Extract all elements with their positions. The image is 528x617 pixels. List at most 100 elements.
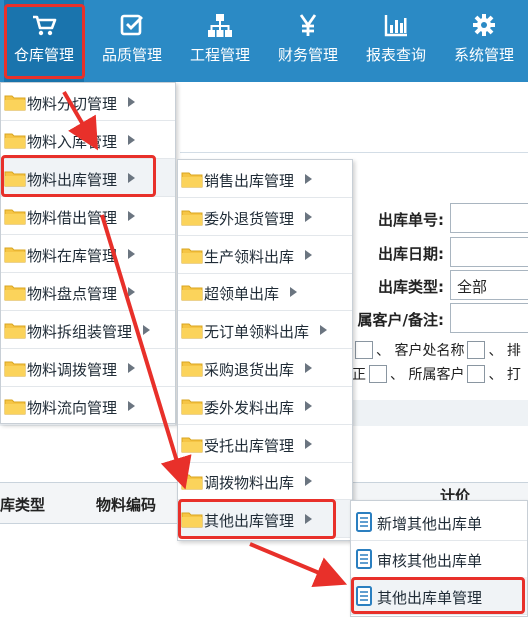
order-no-input[interactable] [450,203,528,233]
folder-icon [4,209,26,225]
order-date-input[interactable] [450,237,528,267]
menu-item-label: 物料盘点管理 [27,285,118,303]
nav-label: 财务管理 [277,46,338,64]
chevron-right-icon [290,287,297,298]
nav-label: 报表查询 [365,46,426,64]
type-label: 出库类型: [378,278,444,296]
checkbox-icon [120,14,143,36]
customer-input[interactable] [450,303,528,333]
folder-icon [4,95,26,111]
chevron-right-icon [305,249,312,260]
yen-icon [299,14,317,36]
menu-item[interactable]: 委外退货管理 [178,198,352,236]
nav-finance[interactable]: 财务管理 [266,0,350,82]
menu-item[interactable]: 审核其他出库单 [351,540,527,578]
folder-icon [181,437,203,453]
menu-item-label: 物料拆组装管理 [27,323,133,341]
nav-quality[interactable]: 品质管理 [90,0,174,82]
menu-item[interactable]: 销售出库管理 [178,160,352,198]
nav-label: 仓库管理 [13,46,74,64]
menu-item[interactable]: 物料出库管理 [1,159,175,197]
folder-icon [181,248,203,264]
checkbox-line-2: 正 、 所属客户 、 打 [352,364,521,384]
folder-icon [181,474,203,490]
menu-item[interactable]: 新增其他出库单 [351,503,527,541]
chevron-right-icon [320,325,327,336]
menu-item[interactable]: 物料分切管理 [1,83,175,121]
order-date-label: 出库日期: [378,245,444,263]
menu-item[interactable]: 受托出库管理 [178,425,352,463]
nav-system[interactable]: 系统管理 [442,0,526,82]
menu-item-label: 调拨物料出库 [204,474,295,493]
chevron-right-icon [305,476,312,487]
folder-icon [4,171,26,187]
chevron-right-icon [128,249,135,259]
nav-warehouse[interactable]: 仓库管理 [4,0,84,82]
folder-icon [4,247,26,263]
cart-icon [33,15,57,36]
chevron-right-icon [305,174,312,184]
menu-item-label: 其他出库单管理 [377,589,483,607]
document-icon [356,549,372,569]
col-type-header: 库类型 [0,496,46,514]
menu-item-label: 委外退货管理 [204,209,295,228]
menu-item-label: 物料流向管理 [27,399,118,417]
menu-item[interactable]: 物料拆组装管理 [1,311,175,349]
checkbox-text: 正 [352,367,366,383]
nav-label: 品质管理 [101,46,162,64]
checkbox-text: 、 所属客户 [390,367,465,383]
menu-item-label: 审核其他出库单 [377,552,483,570]
folder-icon [181,285,203,301]
arrow-to-other-outbound-manage [249,542,348,588]
chevron-right-icon [128,363,135,373]
checkbox[interactable] [467,365,486,383]
menu-item[interactable]: 其他出库单管理 [351,577,527,615]
menu-item-label: 无订单领料出库 [204,323,310,342]
menu-item-label: 销售出库管理 [204,172,295,190]
chevron-right-icon [128,287,135,297]
checkbox-text: 、 排 [488,343,521,359]
checkbox-text: 、 客户处名称 [376,343,465,359]
menu-item[interactable]: 物料在库管理 [1,235,175,273]
folder-icon [4,285,26,301]
menu-item[interactable]: 采购退货出库 [178,349,352,387]
chevron-right-icon [305,363,312,373]
menu-item[interactable]: 物料借出管理 [1,197,175,235]
menu-item[interactable]: 物料流向管理 [1,387,175,425]
nav-engineering[interactable]: 工程管理 [178,0,262,82]
chevron-right-icon [305,400,312,411]
menu-item[interactable]: 生产领料出库 [178,236,352,274]
checkbox[interactable] [355,341,373,359]
menu-item[interactable]: 物料调拨管理 [1,349,175,387]
type-select[interactable]: 全部 [450,270,528,300]
order-no-label: 出库单号: [378,211,444,229]
menu-item[interactable]: 委外发料出库 [178,387,352,425]
menu-item-label: 物料入库管理 [27,133,118,151]
folder-icon [181,323,203,339]
folder-icon [4,399,26,415]
nav-label: 系统管理 [453,46,514,64]
menu-item-label: 采购退货出库 [204,361,295,379]
menu-item-label: 物料出库管理 [27,171,118,189]
menu-item-label: 超领单出库 [204,285,280,304]
order-no-row: 出库单号: [352,203,528,233]
checkbox[interactable] [467,341,486,359]
menu-item[interactable]: 物料盘点管理 [1,273,175,311]
document-icon [356,512,372,532]
customer-row: 属客户/备注: [352,303,528,333]
checkbox-line-1: 、 客户处名称 、 排 [352,340,521,360]
menu-item[interactable]: 其他出库管理 [178,500,352,539]
nav-reports[interactable]: 报表查询 [354,0,438,82]
menu-item[interactable]: 调拨物料出库 [178,462,352,501]
folder-icon [4,361,26,377]
menu-item[interactable]: 物料入库管理 [1,121,175,159]
menu-item[interactable]: 无订单领料出库 [178,311,352,350]
checkbox[interactable] [369,365,387,383]
menu-item[interactable]: 超领单出库 [178,273,352,312]
chevron-right-icon [305,514,312,525]
screen: 仓库管理 品质管理 工程管理 财务管理 报表查询 系统管理 出库单号: 出库日期… [0,0,528,617]
menu-item-label: 生产领料出库 [204,247,295,266]
folder-icon [4,133,26,149]
warehouse-menu: 物料分切管理物料入库管理 物料出库管理物料借出管理 物料在库管理物料盘点管理 物料拆组… [0,82,176,425]
chevron-right-icon [128,401,135,411]
